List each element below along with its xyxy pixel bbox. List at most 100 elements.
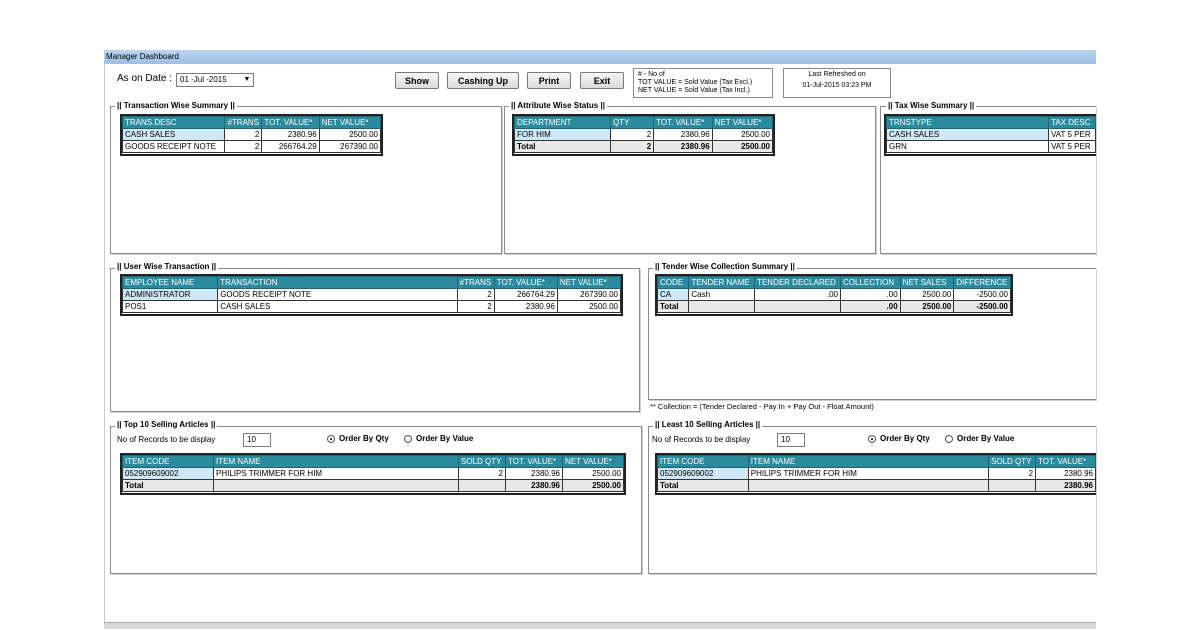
table-row[interactable]: GRN VAT 5 PER <box>885 140 1096 153</box>
exit-button[interactable]: Exit <box>580 72 624 89</box>
table-row[interactable]: 052909609002 PHILIPS TRIMMER FOR HIM 2 2… <box>657 467 1096 480</box>
records-count-input[interactable]: 10 <box>777 433 805 447</box>
tender-summary-title: || Tender Wise Collection Summary || <box>653 262 797 272</box>
column-header[interactable]: QTY <box>609 116 655 129</box>
column-header[interactable]: NET VALUE* <box>556 276 622 289</box>
table-row[interactable]: CASH SALES VAT 5 PER <box>885 128 1096 141</box>
column-header[interactable]: DIFFERENCE <box>953 276 1011 289</box>
column-header[interactable]: ITEM CODE <box>657 455 749 468</box>
column-header[interactable]: TENDER DECLARED <box>754 276 841 289</box>
column-header[interactable]: TRNSTYPE <box>885 116 1050 129</box>
cell: 2 <box>224 140 263 153</box>
window-title: Manager Dashboard <box>106 52 179 61</box>
show-button[interactable]: Show <box>395 72 439 89</box>
cell: PHILIPS TRIMMER FOR HIM <box>213 467 459 480</box>
user-transaction-grid: EMPLOYEE NAME TRANSACTION #TRANS TOT. VA… <box>121 276 622 313</box>
column-header[interactable]: TENDER NAME <box>688 276 756 289</box>
cell: 2 <box>224 128 263 141</box>
cell: GOODS RECEIPT NOTE <box>121 140 226 153</box>
legend-line: # - No of <box>638 71 665 78</box>
table-row[interactable]: 052909609002 PHILIPS TRIMMER FOR HIM 2 2… <box>122 467 624 480</box>
column-header[interactable]: NET VALUE* <box>562 455 624 468</box>
cell: 266764.29 <box>261 140 320 153</box>
order-by-value-radio[interactable] <box>945 435 953 443</box>
cell: GRN <box>885 140 1050 153</box>
cell: PHILIPS TRIMMER FOR HIM <box>747 467 990 480</box>
cell: 2500.00 <box>562 479 624 492</box>
column-header[interactable]: ITEM NAME <box>747 455 990 468</box>
date-picker[interactable]: 01 -Jul -2015 ▼ <box>176 73 254 87</box>
table-row[interactable]: POS1 CASH SALES 2 2380.96 2500.00 <box>121 300 622 313</box>
cell: 2 <box>456 288 495 301</box>
cell: CA <box>656 288 690 301</box>
column-header[interactable]: TOT. VALUE* <box>261 116 320 129</box>
column-header[interactable]: NET VALUE* <box>711 116 774 129</box>
legend-box: # - No of TOT VALUE = Sold Value (Tax Ex… <box>633 68 773 98</box>
table-row[interactable]: ADMINISTRATOR GOODS RECEIPT NOTE 2 26676… <box>121 288 622 301</box>
total-row: Total 2 2380.96 2500.00 <box>514 140 774 153</box>
legend-line: TOT VALUE = Sold Value (Tax Excl.) <box>638 79 753 86</box>
column-header[interactable]: #TRANS <box>224 116 263 129</box>
table-row[interactable]: CA Cash .00 .00 2500.00 -2500.00 <box>656 288 1011 301</box>
cell: -2500.00 <box>953 300 1011 313</box>
column-header[interactable]: ITEM CODE <box>122 455 214 468</box>
records-label: No of Records to be display <box>117 435 216 444</box>
print-button[interactable]: Print <box>527 72 571 89</box>
column-header[interactable]: SOLD QTY <box>458 455 506 468</box>
order-by-qty-radio[interactable] <box>327 435 335 443</box>
total-row: Total 2380.96 <box>657 479 1096 492</box>
order-by-qty-radio[interactable] <box>868 435 876 443</box>
table-row[interactable]: CASH SALES 2 2380.96 2500.00 <box>121 128 382 141</box>
tax-grid: TRNSTYPE TAX DESC CASH SALES VAT 5 PER G… <box>885 116 1096 153</box>
column-header[interactable]: TOT. VALUE* <box>1035 455 1096 468</box>
cashing-up-button[interactable]: Cashing Up <box>447 72 519 89</box>
cell: 266764.29 <box>493 288 558 301</box>
column-header[interactable]: CODE <box>656 276 690 289</box>
cell: Cash <box>688 288 756 301</box>
cell: GOODS RECEIPT NOTE <box>217 288 458 301</box>
cell: 2380.96 <box>1035 479 1096 492</box>
column-header[interactable]: TRANSACTION <box>217 276 458 289</box>
column-header[interactable]: NET SALES <box>899 276 955 289</box>
last-refreshed-box: Last Refreshed on 01-Jul-2015 03:23 PM <box>783 68 891 98</box>
cell: .00 <box>840 288 901 301</box>
column-header[interactable]: TAX DESC <box>1048 116 1096 129</box>
order-by-qty-label[interactable]: Order By Qty <box>880 434 930 444</box>
cell: POS1 <box>121 300 219 313</box>
cell: Total <box>514 140 611 153</box>
cell: 267390.00 <box>318 140 382 153</box>
user-transaction-title: || User Wise Transaction || <box>115 262 219 272</box>
order-by-qty-label[interactable]: Order By Qty <box>339 434 389 444</box>
cell: 267390.00 <box>556 288 622 301</box>
column-header[interactable]: COLLECTION <box>840 276 901 289</box>
cell: 2500.00 <box>711 128 774 141</box>
records-count-input[interactable]: 10 <box>243 433 271 447</box>
cell: 2500.00 <box>899 300 955 313</box>
column-header[interactable]: TOT. VALUE* <box>505 455 563 468</box>
column-header[interactable]: #TRANS <box>456 276 495 289</box>
column-header[interactable]: ITEM NAME <box>213 455 459 468</box>
column-header[interactable]: TRANS.DESC <box>121 116 226 129</box>
cell: 2380.96 <box>1035 467 1096 480</box>
cell: 2 <box>609 140 655 153</box>
column-header[interactable]: NET VALUE* <box>318 116 382 129</box>
table-row[interactable]: FOR HIM 2 2380.96 2500.00 <box>514 128 774 141</box>
order-by-value-label[interactable]: Order By Value <box>416 434 473 444</box>
order-by-value-label[interactable]: Order By Value <box>957 434 1014 444</box>
cell: 2500.00 <box>711 140 774 153</box>
cell: 2500.00 <box>318 128 382 141</box>
table-row[interactable]: GOODS RECEIPT NOTE 2 266764.29 267390.00 <box>121 140 382 153</box>
column-header[interactable]: SOLD QTY <box>988 455 1037 468</box>
column-header[interactable]: EMPLOYEE NAME <box>121 276 219 289</box>
chevron-down-icon[interactable]: ▼ <box>242 74 252 86</box>
order-by-value-radio[interactable] <box>404 435 412 443</box>
column-header[interactable]: TOT. VALUE* <box>653 116 713 129</box>
cell: 2 <box>609 128 655 141</box>
cell: VAT 5 PER <box>1048 140 1096 153</box>
cell <box>754 300 841 313</box>
cell: FOR HIM <box>514 128 611 141</box>
column-header[interactable]: TOT. VALUE* <box>493 276 558 289</box>
cell: -2500.00 <box>953 288 1011 301</box>
column-header[interactable]: DEPARTMENT <box>514 116 611 129</box>
cell: CASH SALES <box>121 128 226 141</box>
